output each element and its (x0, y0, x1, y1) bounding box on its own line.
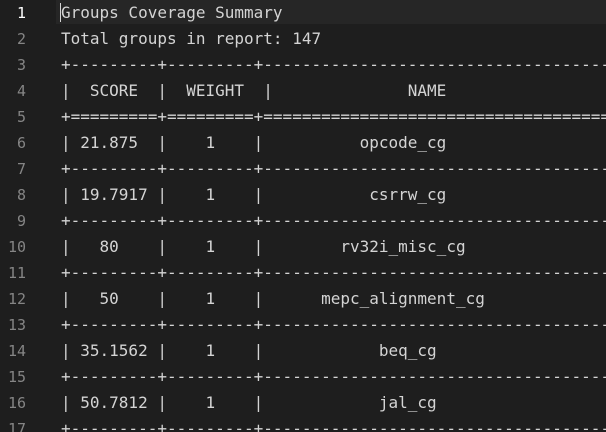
line-number: 4 (16, 82, 26, 100)
line-number: 12 (7, 290, 26, 308)
line-number: 11 (7, 264, 26, 282)
line-text[interactable]: Total groups in report: 147 (61, 26, 321, 52)
editor-line[interactable]: 5 +=========+=========+=================… (0, 104, 606, 130)
line-text[interactable]: Groups Coverage Summary (61, 0, 283, 26)
editor-line[interactable]: 7 +---------+---------+-----------------… (0, 156, 606, 182)
line-number: 1 (16, 4, 26, 22)
line-text[interactable]: | 80 | 1 | rv32i_misc_cg (61, 234, 466, 260)
line-text[interactable]: | SCORE | WEIGHT | NAME (61, 78, 446, 104)
line-text[interactable]: +---------+---------+-------------------… (61, 52, 606, 78)
line-number: 8 (16, 186, 26, 204)
editor-line[interactable]: 13 +---------+---------+----------------… (0, 312, 606, 338)
line-text[interactable]: +---------+---------+-------------------… (61, 312, 606, 338)
editor-line[interactable]: 11 +---------+---------+----------------… (0, 260, 606, 286)
line-number: 17 (7, 420, 26, 432)
line-text[interactable]: | 21.875 | 1 | opcode_cg (61, 130, 446, 156)
line-number: 14 (7, 342, 26, 360)
editor-line[interactable]: 12 | 50 | 1 | mepc_alignment_cg (0, 286, 606, 312)
line-text[interactable]: +---------+---------+-------------------… (61, 208, 606, 234)
editor-line[interactable]: 8 | 19.7917 | 1 | csrrw_cg (0, 182, 606, 208)
code-editor[interactable]: 1 Groups Coverage Summary 2 Total groups… (0, 0, 606, 432)
text-cursor (60, 3, 61, 22)
line-number: 7 (16, 160, 26, 178)
editor-line[interactable]: 16 | 50.7812 | 1 | jal_cg (0, 390, 606, 416)
line-text[interactable]: | 35.1562 | 1 | beq_cg (61, 338, 437, 364)
editor-line[interactable]: 9 +---------+---------+-----------------… (0, 208, 606, 234)
line-number: 13 (7, 316, 26, 334)
editor-line[interactable]: 14 | 35.1562 | 1 | beq_cg (0, 338, 606, 364)
editor-line[interactable]: 4 | SCORE | WEIGHT | NAME (0, 78, 606, 104)
line-number: 9 (16, 212, 26, 230)
line-text[interactable]: +---------+---------+-------------------… (61, 416, 606, 432)
line-number: 10 (7, 238, 26, 256)
line-number: 6 (16, 134, 26, 152)
line-text[interactable]: +---------+---------+-------------------… (61, 156, 606, 182)
line-text[interactable]: +=========+=========+===================… (61, 104, 606, 130)
line-number: 2 (16, 30, 26, 48)
line-text[interactable]: | 19.7917 | 1 | csrrw_cg (61, 182, 446, 208)
editor-line[interactable]: 10 | 80 | 1 | rv32i_misc_cg (0, 234, 606, 260)
editor-line[interactable]: 1 Groups Coverage Summary (0, 0, 606, 26)
line-number: 16 (7, 394, 26, 412)
editor-line[interactable]: 3 +---------+---------+-----------------… (0, 52, 606, 78)
editor-line[interactable]: 2 Total groups in report: 147 (0, 26, 606, 52)
line-number: 15 (7, 368, 26, 386)
line-number: 5 (16, 108, 26, 126)
editor-line[interactable]: 6 | 21.875 | 1 | opcode_cg (0, 130, 606, 156)
editor-line[interactable]: 15 +---------+---------+----------------… (0, 364, 606, 390)
line-text[interactable]: | 50.7812 | 1 | jal_cg (61, 390, 437, 416)
line-number: 3 (16, 56, 26, 74)
line-text[interactable]: +---------+---------+-------------------… (61, 364, 606, 390)
line-text[interactable]: | 50 | 1 | mepc_alignment_cg (61, 286, 485, 312)
editor-line[interactable]: 17 +---------+---------+----------------… (0, 416, 606, 432)
line-text[interactable]: +---------+---------+-------------------… (61, 260, 606, 286)
